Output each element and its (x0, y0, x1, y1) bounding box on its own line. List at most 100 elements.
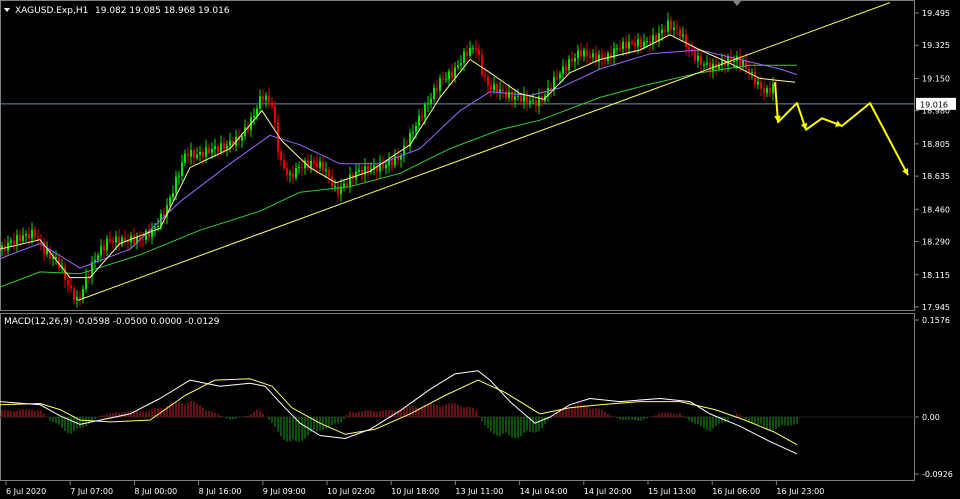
time-tick-label: 13 Jul 11:00 (455, 487, 503, 496)
candle-body (13, 240, 15, 244)
candle-body (271, 102, 273, 107)
candle-body (196, 154, 198, 159)
price-panel-frame (0, 0, 915, 311)
candle-body (466, 51, 468, 56)
candle-body (256, 108, 258, 116)
candle-body (319, 161, 321, 168)
candle-body (172, 193, 174, 198)
ma-slow-line (0, 64, 797, 288)
candle-body (79, 297, 81, 299)
time-tick-label: 14 Jul 20:00 (584, 487, 632, 496)
candle-body (439, 78, 441, 91)
candle-body (391, 160, 393, 166)
candle-body (343, 183, 345, 187)
candle-body (103, 246, 105, 251)
candle-body (583, 50, 585, 57)
candle-body (577, 50, 579, 59)
candle-body (34, 229, 36, 238)
candle-body (421, 115, 423, 118)
candle-body (754, 72, 756, 85)
candle-body (280, 151, 282, 161)
candle-body (349, 174, 351, 186)
candle-body (481, 54, 483, 75)
candle-body (97, 255, 99, 261)
candle-body (448, 71, 450, 80)
candle-body (688, 46, 690, 50)
trading-chart: XAGUSD.Exp,H1 19.082 19.085 18.968 19.01… (0, 0, 956, 496)
candle-body (115, 236, 117, 243)
candle-body (559, 73, 561, 79)
candle-body (748, 68, 750, 73)
candle-body (226, 145, 228, 149)
candle-body (205, 147, 207, 157)
candle-body (223, 143, 225, 149)
candle-body (571, 59, 573, 62)
candle-body (358, 169, 360, 172)
candle-body (436, 88, 438, 91)
candle-body (592, 53, 594, 58)
candle-body (142, 239, 144, 241)
candle-body (676, 27, 678, 29)
candle-body (418, 115, 420, 126)
candle-body (313, 160, 315, 163)
candle-body (70, 285, 72, 289)
candle-body (424, 104, 426, 118)
candle-body (772, 83, 774, 94)
candle-body (145, 231, 147, 240)
scroll-marker-icon (732, 0, 742, 6)
candle-body (661, 29, 663, 34)
candle-body (19, 234, 21, 241)
candle-body (745, 61, 747, 69)
candle-body (427, 103, 429, 105)
candle-body (316, 162, 318, 168)
candle-body (25, 233, 27, 236)
candle-body (16, 234, 18, 244)
candle-body (322, 161, 324, 171)
candle-body (310, 160, 312, 168)
candle-body (733, 60, 735, 62)
time-tick-label: 16 Jul 06:00 (712, 487, 760, 496)
symbol-label: XAGUSD.Exp,H1 (15, 6, 88, 16)
candle-body (487, 76, 489, 86)
time-tick-label: 10 Jul 02:00 (327, 487, 375, 496)
dropdown-triangle-icon[interactable] (4, 8, 10, 12)
candle-body (742, 61, 744, 66)
candle-body (700, 55, 702, 66)
candle-body (484, 74, 486, 77)
price-tick-label: 19.495 (922, 9, 950, 18)
axis-labels: 19.49519.32519.15018.98018.80518.63518.4… (5, 9, 956, 496)
candle-body (634, 43, 636, 47)
candle-body (766, 88, 768, 93)
candle-body (673, 27, 675, 30)
candle-body (580, 50, 582, 57)
price-tick-label: 19.150 (922, 74, 950, 83)
candle-body (175, 176, 177, 194)
candle-body (265, 95, 267, 100)
candle-body (412, 132, 414, 134)
candle-body (67, 279, 69, 286)
price-tick-label: 18.460 (922, 205, 950, 214)
candle-body (31, 229, 33, 239)
candle-body (655, 34, 657, 42)
candle-body (565, 66, 567, 71)
candle-body (646, 41, 648, 43)
candle-body (385, 164, 387, 169)
candle-body (82, 289, 84, 299)
candle-body (694, 51, 696, 61)
candle-body (682, 34, 684, 37)
candle-body (355, 171, 357, 179)
candle-body (325, 169, 327, 171)
candle-body (517, 95, 519, 97)
candle-body (649, 41, 651, 44)
candle-body (628, 41, 630, 49)
macd-panel (0, 370, 915, 455)
current-price-label: 19.016 (920, 100, 948, 109)
candle-body (253, 115, 255, 118)
price-tick-label: 18.290 (922, 238, 950, 247)
time-tick-label: 6 Jul 2020 (6, 487, 46, 496)
time-tick-label: 10 Jul 18:00 (391, 487, 439, 496)
candle-body (241, 135, 243, 141)
candle-body (556, 77, 558, 79)
candle-body (496, 84, 498, 93)
candle-body (199, 152, 201, 155)
